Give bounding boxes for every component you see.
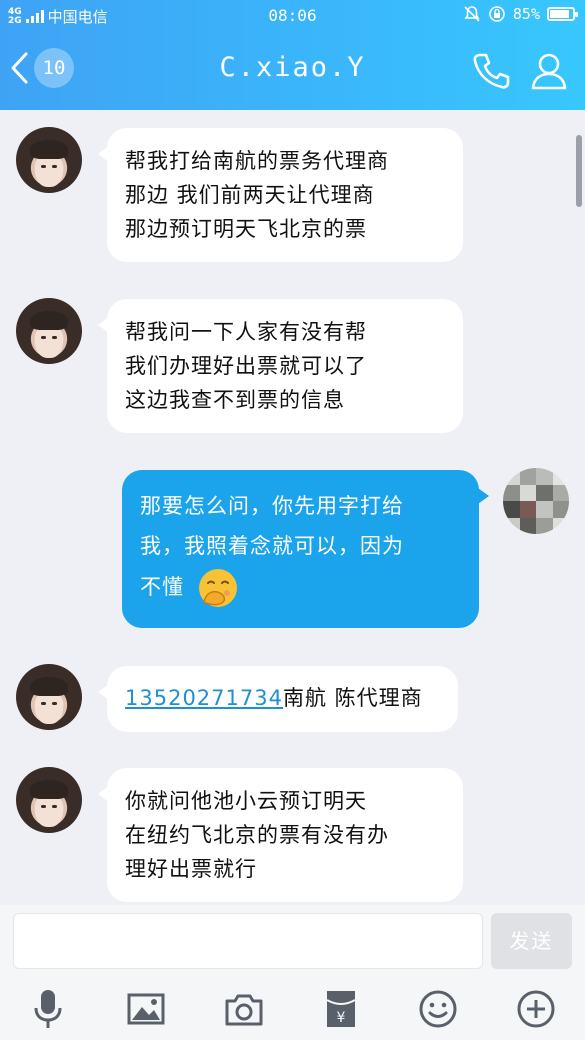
contact-avatar[interactable] (16, 664, 82, 730)
emoji-button[interactable] (416, 987, 460, 1031)
contact-avatar[interactable] (16, 127, 82, 193)
covering-mouth-emoji-icon (198, 569, 237, 607)
message-list[interactable]: 帮我打给南航的票务代理商 那边 我们前两天让代理商 那边预订明天飞北京的票 帮我… (0, 110, 585, 910)
red-packet-button[interactable]: ¥ (319, 987, 363, 1031)
chat-header: 4G 2G 中国电信 08:06 85% 10 C.xiao.Y (0, 0, 585, 110)
message-line: 不懂 (140, 566, 461, 610)
profile-button[interactable] (528, 50, 570, 96)
message-line: 这边我查不到票的信息 (125, 388, 345, 412)
image-icon (127, 993, 165, 1025)
plus-icon (517, 990, 555, 1028)
message-line: 那边 我们前两天让代理商 (125, 183, 375, 207)
emoji-icon (419, 990, 457, 1028)
message-text: 南航 陈代理商 (282, 686, 423, 710)
battery-fill (550, 10, 569, 18)
my-avatar[interactable] (503, 468, 569, 534)
contact-avatar[interactable] (16, 298, 82, 364)
svg-text:¥: ¥ (337, 1010, 346, 1026)
message-line: 我们办理好出票就可以了 (125, 354, 367, 378)
microphone-icon (34, 990, 62, 1028)
lock-rotation-icon (489, 6, 505, 22)
call-button[interactable] (470, 50, 512, 96)
message-input[interactable] (13, 913, 483, 969)
input-toolbar: ¥ (0, 983, 585, 1033)
message-line: 那要怎么问，你先用字打给 (140, 494, 404, 518)
message-bubble[interactable]: 你就问他池小云预订明天 在纽约飞北京的票有没有办 理好出票就行 (98, 768, 463, 902)
message-line: 帮我打给南航的票务代理商 (125, 149, 389, 173)
camera-icon (225, 994, 263, 1026)
camera-button[interactable] (222, 987, 266, 1031)
voice-button[interactable] (26, 987, 70, 1031)
message-bubble[interactable]: 帮我问一下人家有没有帮 我们办理好出票就可以了 这边我查不到票的信息 (98, 299, 463, 433)
more-button[interactable] (514, 987, 558, 1031)
phone-number-link[interactable]: 13520271734 (125, 686, 283, 710)
battery-icon (547, 7, 578, 21)
photo-button[interactable] (124, 987, 168, 1031)
person-icon (531, 53, 567, 90)
input-area: 发送 ¥ (0, 905, 585, 1040)
message-bubble[interactable]: 帮我打给南航的票务代理商 那边 我们前两天让代理商 那边预订明天飞北京的票 (98, 128, 463, 262)
scrollbar[interactable] (576, 135, 582, 207)
message-line: 你就问他池小云预订明天 (125, 789, 367, 813)
phone-icon (473, 53, 510, 89)
red-packet-icon: ¥ (326, 991, 356, 1027)
mute-bell-icon (464, 6, 480, 22)
send-button[interactable]: 发送 (491, 913, 572, 969)
message-bubble-outgoing[interactable]: 那要怎么问，你先用字打给 我，我照着念就可以，因为 不懂 (122, 470, 489, 628)
status-bar: 4G 2G 中国电信 08:06 85% (0, 0, 585, 30)
battery-percent: 85% (512, 5, 540, 23)
message-line: 理好出票就行 (125, 857, 257, 881)
message-line: 我，我照着念就可以，因为 (140, 534, 404, 558)
message-line: 帮我问一下人家有没有帮 (125, 320, 367, 344)
message-line: 在纽约飞北京的票有没有办 (125, 823, 389, 847)
message-bubble[interactable]: 13520271734南航 陈代理商 (98, 666, 458, 732)
message-line-text: 不懂 (140, 575, 184, 599)
contact-avatar[interactable] (16, 767, 82, 833)
message-line: 那边预订明天飞北京的票 (125, 217, 367, 241)
status-right: 85% (463, 5, 578, 23)
